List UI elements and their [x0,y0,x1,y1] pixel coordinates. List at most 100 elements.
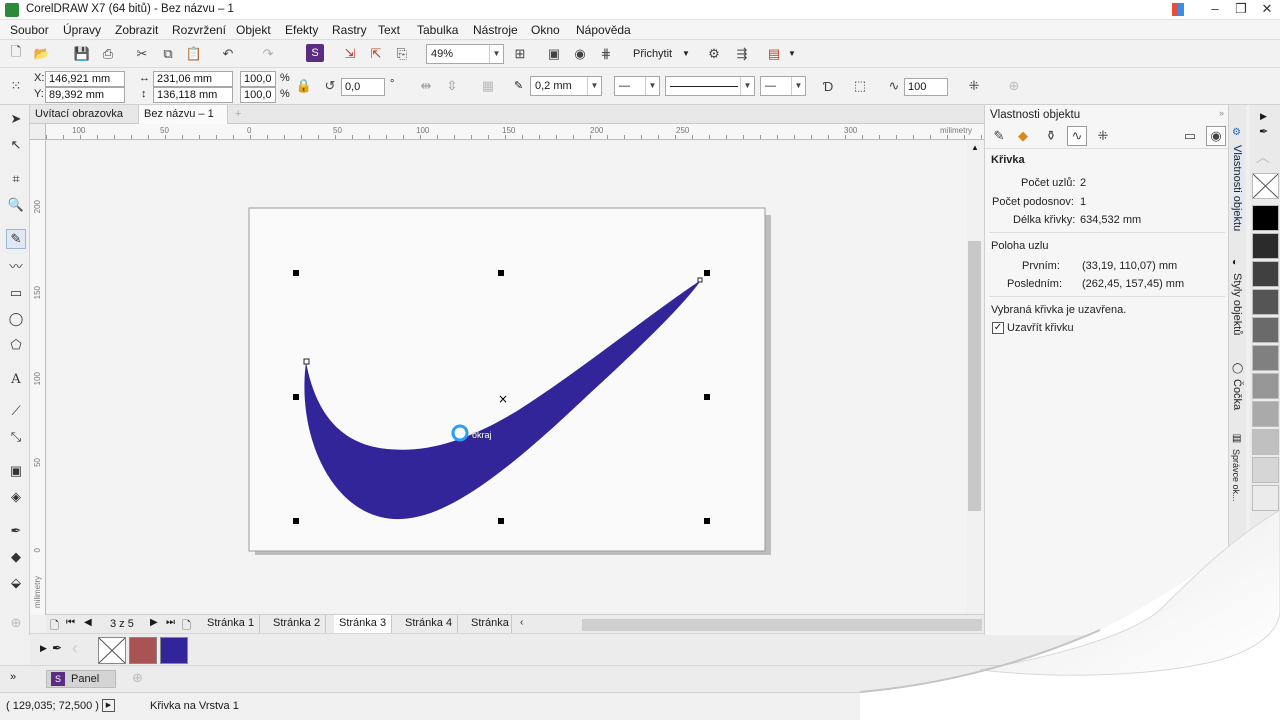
swatch-none[interactable] [98,637,126,664]
show-rulers-icon[interactable]: ◉ [570,44,590,64]
new-document-icon[interactable]: 🗋 [6,44,26,64]
end-arrowhead-select[interactable]: — ▼ [760,76,806,96]
menu-napoveda[interactable]: Nápověda [576,23,631,37]
fill-tab-icon[interactable]: ◆ [1013,126,1033,146]
copy-icon[interactable]: ⧉ [158,44,178,64]
full-screen-preview-icon[interactable]: ▣ [544,44,564,64]
swatch-red[interactable] [129,637,157,664]
palette-menu-icon[interactable]: ▶ [1260,111,1267,122]
palette-menu-icon[interactable]: ▶ [40,643,47,654]
menu-rozvrzeni[interactable]: Rozvržení [172,23,226,37]
x-position-field[interactable]: 146,921 mm [45,71,125,87]
polygon-tool-icon[interactable]: ⬠ [6,335,26,355]
add-panel-icon[interactable]: ⊕ [132,670,143,686]
smart-fill-icon[interactable]: ⬙ [6,573,26,593]
swatch-color[interactable] [1252,233,1279,259]
launch-app-icon[interactable]: ▤ [764,44,784,64]
vertical-ruler[interactable]: 200 150 100 50 0 milimetry [30,140,46,615]
save-icon[interactable]: 💾 [72,44,92,64]
first-page-icon[interactable]: ⏮ [66,617,75,628]
freehand-tool-icon[interactable]: ✎ [6,229,26,249]
menu-upravy[interactable]: Úpravy [63,23,101,37]
prev-page-icon[interactable]: ◀ [84,617,92,628]
swatch-color[interactable] [1252,317,1279,343]
snap-to-dropdown[interactable]: Přichytit [633,48,672,60]
swatch-color[interactable] [1252,345,1279,371]
eyedropper-icon[interactable]: ✒ [6,521,26,541]
connector-tool-icon[interactable]: ⤡ [6,427,26,447]
swatch-color[interactable] [1252,205,1279,231]
close-curve-icon[interactable]: Ɗ [818,76,838,96]
last-page-icon[interactable]: ⏭ [166,617,175,628]
smoothing-field[interactable]: 100 [904,78,948,96]
menu-tabulka[interactable]: Tabulka [417,23,458,37]
tab-object-styles[interactable]: Styly objektů [1231,273,1243,335]
node-icon[interactable]: ⁜ [964,76,984,96]
interactive-fill-icon[interactable]: ◆ [6,547,26,567]
scale-x-field[interactable]: 100,0 [240,71,276,87]
summary-tab-icon[interactable]: ◉ [1206,126,1226,146]
zoom-level-select[interactable]: 49% ▼ [426,44,504,64]
docker-collapse-icon[interactable]: » [1219,108,1224,118]
add-icon[interactable]: ⊕ [1004,76,1024,96]
menu-zobrazit[interactable]: Zobrazit [115,23,158,37]
zoom-tool-icon[interactable]: 🔍 [6,195,26,215]
text-tool-icon[interactable]: A [6,369,26,389]
close-curve-checkbox[interactable]: ✓ [992,322,1004,334]
swatch-blue[interactable] [160,637,188,664]
scale-y-field[interactable]: 100,0 [240,87,276,103]
drop-shadow-icon[interactable]: ▣ [6,461,26,481]
frame-tab-icon[interactable]: ▭ [1180,126,1200,146]
scroll-up-icon[interactable]: ▲ [971,143,979,152]
tab-page-2[interactable]: Stránka 2 [268,615,327,633]
menu-text[interactable]: Text [378,23,400,37]
rectangle-tool-icon[interactable]: ▭ [6,283,26,303]
show-grid-icon[interactable]: ⋕ [596,44,616,64]
panel-tab[interactable]: S Panel [46,670,116,688]
swatch-color[interactable] [1252,401,1279,427]
corel-connect-icon[interactable]: S [306,44,324,62]
open-icon[interactable]: 📂 [32,44,52,64]
cut-icon[interactable]: ✂ [132,44,152,64]
smoothing-icon[interactable]: ∿ [884,76,904,96]
artistic-media-icon[interactable]: 〰 [6,255,26,275]
mirror-vertical-icon[interactable]: ⇳ [442,76,462,96]
tab-document[interactable]: Bez názvu – 1 [138,105,228,124]
close-button[interactable]: ✕ [1252,0,1280,20]
import-icon[interactable]: ⇲ [340,44,360,64]
start-node[interactable] [303,358,310,365]
node-tab-icon[interactable]: ⁜ [1093,126,1113,146]
palette-scroll-up-icon[interactable]: ︿ [1256,147,1270,167]
pick-tool-icon[interactable]: ➤ [6,109,26,129]
y-position-field[interactable]: 89,392 mm [45,87,125,103]
end-node[interactable] [697,277,703,283]
height-field[interactable]: 136,118 mm [153,87,233,103]
close-curve-label[interactable]: Uzavřít křivku [1007,322,1074,334]
swatch-no-color[interactable] [1252,173,1279,199]
menu-objekt[interactable]: Objekt [236,23,271,37]
tab-welcome-screen[interactable]: Uvítací obrazovka [30,105,128,124]
palette-scroll-left-icon[interactable]: ‹ [72,638,78,659]
expand-panel-icon[interactable]: » [10,671,16,683]
tab-page-5[interactable]: Stránka 5 [466,615,512,633]
ruler-corner[interactable] [30,124,46,140]
next-page-icon[interactable]: ▶ [150,617,158,628]
swatch-color[interactable] [1252,429,1279,455]
curve-tab-icon[interactable]: ∿ [1067,126,1087,146]
add-tool-icon[interactable]: ⊕ [6,613,26,633]
paste-icon[interactable]: 📋 [184,44,204,64]
ellipse-tool-icon[interactable]: ◯ [6,309,26,329]
object-origin-icon[interactable]: ⁙ [6,76,26,96]
publish-pdf-icon[interactable]: ⎘ [392,44,412,64]
width-field[interactable]: 231,06 mm [153,71,233,87]
tab-page-4[interactable]: Stránka 4 [400,615,459,633]
outline-width-select[interactable]: 0,2 mm ▼ [530,76,602,96]
menu-okno[interactable]: Okno [531,23,560,37]
scroll-left-icon[interactable]: ‹ [520,617,523,628]
help-flag-icon[interactable] [1172,3,1184,16]
crop-tool-icon[interactable]: ⌗ [6,169,26,189]
drawing-canvas[interactable]: × okraj [47,141,967,613]
parallel-dimension-icon[interactable]: ⟋ [6,401,26,421]
outline-tab-icon[interactable]: ✎ [989,126,1009,146]
tab-page-1[interactable]: Stránka 1 [202,615,261,633]
